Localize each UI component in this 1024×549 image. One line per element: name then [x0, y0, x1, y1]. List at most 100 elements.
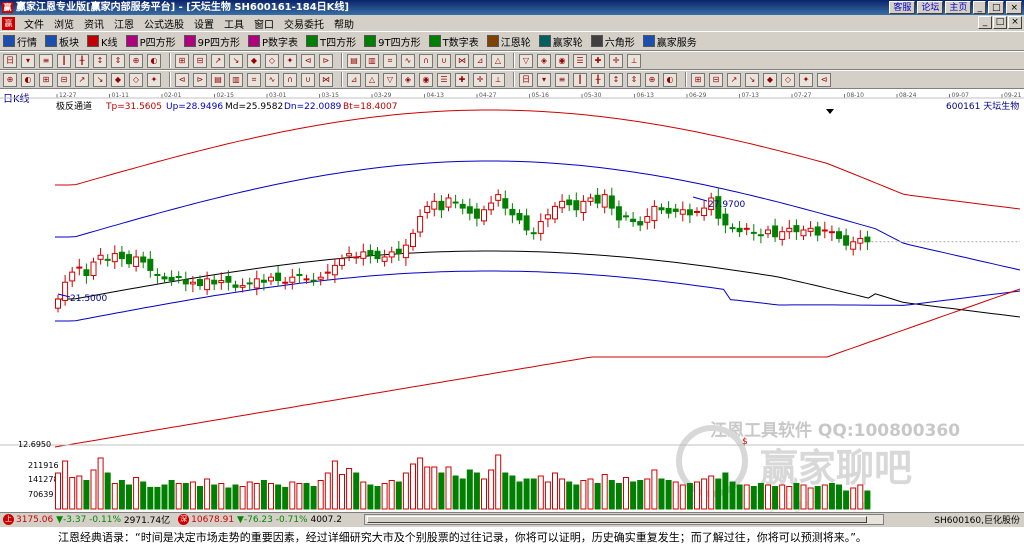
tb2-tool-icon[interactable]: ⊕: [129, 53, 143, 68]
tb3-tool-icon[interactable]: ◆: [763, 72, 777, 87]
toolbar-gann-wheel-button[interactable]: 江恩轮: [486, 34, 531, 49]
menu-help[interactable]: 帮助: [329, 16, 359, 31]
tb3-tool-icon[interactable]: ▥: [229, 72, 243, 87]
tb3-tool-icon[interactable]: ⊟: [709, 72, 723, 87]
tb3-tool-icon[interactable]: ↘: [745, 72, 759, 87]
tb2-tool-icon[interactable]: ◐: [147, 53, 161, 68]
child-close-button[interactable]: ×: [1008, 16, 1022, 29]
tb3-tool-icon[interactable]: ╫: [591, 72, 605, 87]
tb3-tool-icon[interactable]: ⊿: [347, 72, 361, 87]
child-restore-button[interactable]: □: [993, 16, 1007, 29]
kline-chart[interactable]: 日K线极反通道 Tp=31.5605 Up=28.9496 Md=25.9582 Dn=…: [0, 89, 1024, 513]
toolbar-service-button[interactable]: 赢家服务: [642, 34, 697, 49]
tb3-tool-icon[interactable]: ⊲: [175, 72, 189, 87]
tb2-tool-icon[interactable]: ✚: [591, 53, 605, 68]
tb3-tool-icon[interactable]: 日: [519, 72, 533, 87]
tb3-tool-icon[interactable]: ↗: [75, 72, 89, 87]
toolbar-p-square-button[interactable]: P四方形: [125, 34, 176, 49]
close-button[interactable]: ×: [1006, 1, 1022, 14]
tb2-tool-icon[interactable]: ∿: [401, 53, 415, 68]
tb3-tool-icon[interactable]: ⊞: [39, 72, 53, 87]
tb2-tool-icon[interactable]: ◈: [537, 53, 551, 68]
tb3-tool-icon[interactable]: ◇: [129, 72, 143, 87]
current-stock-status[interactable]: SH600160,巨化股份: [934, 513, 1020, 526]
tb2-tool-icon[interactable]: ⇕: [111, 53, 125, 68]
scrollbar-thumb[interactable]: [367, 516, 867, 523]
tb3-tool-icon[interactable]: ☰: [437, 72, 451, 87]
tb3-tool-icon[interactable]: ▾: [537, 72, 551, 87]
toolbar-9t-square-button[interactable]: 9T四方形: [364, 34, 421, 49]
service-button[interactable]: 客服: [889, 1, 916, 14]
tb2-tool-icon[interactable]: ⊳: [319, 53, 333, 68]
toolbar-hexagon-button[interactable]: 六角形: [590, 34, 635, 49]
tb2-tool-icon[interactable]: ▤: [347, 53, 361, 68]
tb2-tool-icon[interactable]: ⊿: [473, 53, 487, 68]
tb3-tool-icon[interactable]: ⟂: [491, 72, 505, 87]
tb3-tool-icon[interactable]: ⊕: [645, 72, 659, 87]
menu-browse[interactable]: 浏览: [49, 16, 79, 31]
menu-tools[interactable]: 工具: [219, 16, 249, 31]
sh-index[interactable]: 上 3175.06 ▼-3.37 -0.11% 2971.74亿: [3, 513, 170, 526]
toolbar-sector-button[interactable]: 板块: [45, 34, 79, 49]
tb3-tool-icon[interactable]: ✚: [455, 72, 469, 87]
tb2-tool-icon[interactable]: ⊟: [193, 53, 207, 68]
toolbar-9p-square-button[interactable]: 9P四方形: [183, 34, 240, 49]
tb2-tool-icon[interactable]: ≡: [39, 53, 53, 68]
chart-area[interactable]: 日K线 极反通道 Tp=31.5605 Up=28.9496 Md=25.9582 Dn=…: [0, 89, 1024, 513]
tb2-tool-icon[interactable]: △: [491, 53, 505, 68]
tb3-tool-icon[interactable]: ◐: [663, 72, 677, 87]
homepage-button[interactable]: 主页: [945, 1, 972, 14]
tb3-tool-icon[interactable]: ⌗: [247, 72, 261, 87]
tb3-tool-icon[interactable]: ✦: [147, 72, 161, 87]
child-minimize-button[interactable]: _: [978, 16, 992, 29]
tb2-tool-icon[interactable]: ⌗: [383, 53, 397, 68]
tb2-tool-icon[interactable]: ⊞: [175, 53, 189, 68]
tb2-tool-icon[interactable]: ▾: [21, 53, 35, 68]
tb2-tool-icon[interactable]: ╫: [75, 53, 89, 68]
tb3-tool-icon[interactable]: ◈: [401, 72, 415, 87]
tb3-tool-icon[interactable]: ⋈: [319, 72, 333, 87]
tb3-tool-icon[interactable]: △: [365, 72, 379, 87]
tb2-tool-icon[interactable]: ⊲: [301, 53, 315, 68]
tb2-tool-icon[interactable]: ⋈: [455, 53, 469, 68]
tb3-tool-icon[interactable]: ◆: [111, 72, 125, 87]
toolbar-candle-button[interactable]: K线: [87, 34, 118, 49]
sz-index[interactable]: 深 10678.91 ▼-76.23 -0.71% 4007.2: [178, 514, 342, 525]
tb3-tool-icon[interactable]: ⊕: [3, 72, 17, 87]
tb3-tool-icon[interactable]: ✛: [473, 72, 487, 87]
toolbar-t-table-button[interactable]: T数字表: [428, 34, 479, 49]
tb2-tool-icon[interactable]: ✛: [609, 53, 623, 68]
tb3-tool-icon[interactable]: ∩: [283, 72, 297, 87]
menu-gann[interactable]: 江恩: [109, 16, 139, 31]
toolbar-winner-wheel-button[interactable]: 赢家轮: [538, 34, 583, 49]
tb2-tool-icon[interactable]: ✦: [283, 53, 297, 68]
minimize-button[interactable]: _: [973, 1, 986, 14]
menu-formula[interactable]: 公式选股: [139, 16, 189, 31]
toolbar-p-table-button[interactable]: P数字表: [248, 34, 298, 49]
tb3-tool-icon[interactable]: ↘: [93, 72, 107, 87]
tb3-tool-icon[interactable]: ↗: [727, 72, 741, 87]
toolbar-grid-button[interactable]: 行情: [3, 34, 37, 49]
tb3-tool-icon[interactable]: ✦: [799, 72, 813, 87]
maximize-button[interactable]: □: [987, 1, 1005, 14]
tb2-tool-icon[interactable]: ∩: [419, 53, 433, 68]
tb3-tool-icon[interactable]: ▤: [211, 72, 225, 87]
tb2-tool-icon[interactable]: ⟂: [627, 53, 641, 68]
menu-logo-icon[interactable]: 赢: [2, 16, 15, 30]
tb2-tool-icon[interactable]: ↗: [211, 53, 225, 68]
tb3-tool-icon[interactable]: ∿: [265, 72, 279, 87]
tb3-tool-icon[interactable]: ◐: [21, 72, 35, 87]
tb3-tool-icon[interactable]: ◉: [419, 72, 433, 87]
chart-scrollbar[interactable]: [364, 514, 884, 525]
tb2-tool-icon[interactable]: ☰: [573, 53, 587, 68]
tb3-tool-icon[interactable]: ┃: [573, 72, 587, 87]
tb3-tool-icon[interactable]: ⊟: [57, 72, 71, 87]
tb3-tool-icon[interactable]: ⇕: [627, 72, 641, 87]
tb2-tool-icon[interactable]: ∪: [437, 53, 451, 68]
toolbar-t-square-button[interactable]: T四方形: [306, 34, 356, 49]
tb3-tool-icon[interactable]: ◇: [781, 72, 795, 87]
tb3-tool-icon[interactable]: ⊳: [193, 72, 207, 87]
tb3-tool-icon[interactable]: ≡: [555, 72, 569, 87]
tb2-tool-icon[interactable]: ┃: [57, 53, 71, 68]
tb3-tool-icon[interactable]: ∪: [301, 72, 315, 87]
